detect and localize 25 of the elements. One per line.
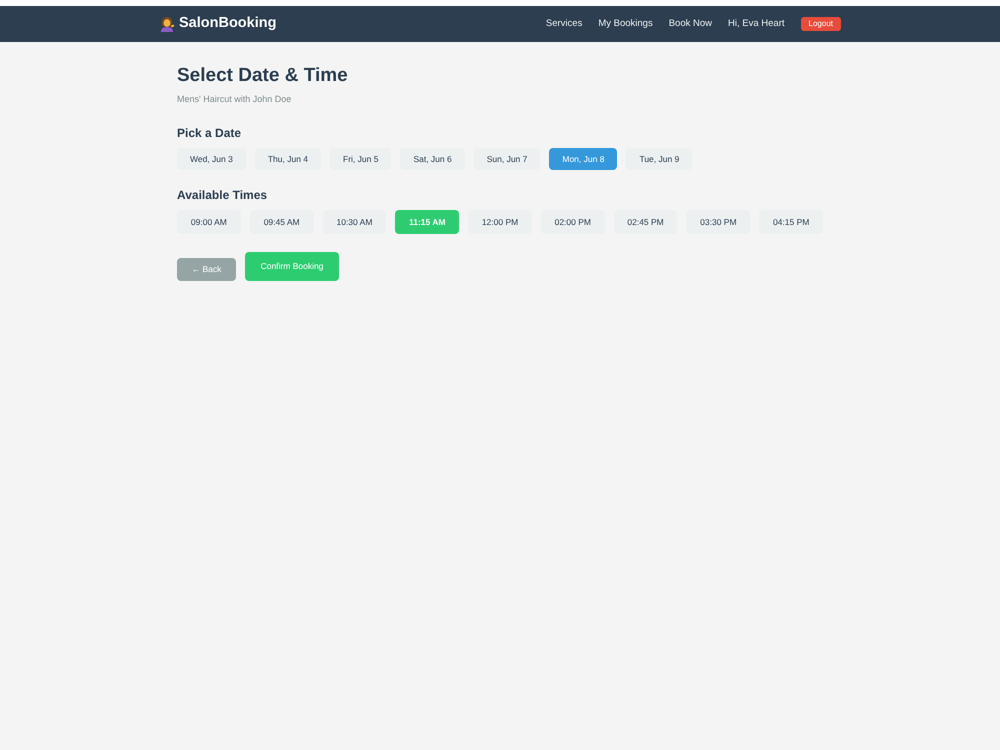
time-slot[interactable]: 03:30 PM — [686, 210, 750, 234]
time-slot[interactable]: 02:00 PM — [540, 210, 605, 234]
section-heading: Available Times — [177, 188, 268, 202]
time-slot[interactable]: 02:45 PM — [614, 210, 678, 234]
nav-link[interactable]: Services — [546, 16, 582, 32]
date-option[interactable]: Wed, Jun 3 — [177, 148, 246, 170]
date-option[interactable]: Thu, Jun 4 — [254, 148, 322, 170]
time-slot[interactable]: 09:45 AM — [250, 210, 314, 234]
date-option[interactable]: Sun, Jun 7 — [474, 148, 540, 170]
date-option[interactable]: Tue, Jun 9 — [626, 148, 692, 170]
time-slot[interactable]: 09:00 AM — [177, 210, 241, 234]
section-heading: Pick a Date — [177, 126, 242, 140]
user-greeting: Hi, Eva Heart — [728, 16, 785, 31]
time-slot[interactable]: 10:30 AM — [322, 210, 386, 234]
time-slot[interactable]: 12:00 PM — [468, 210, 532, 234]
nav-link[interactable]: My Bookings — [598, 16, 653, 32]
time-slot[interactable]: 04:15 PM — [759, 210, 824, 234]
brand-logo[interactable]: SalonBooking — [179, 13, 276, 35]
person-icon — [159, 16, 175, 32]
page-subtitle: Mens' Haircut with John Doe — [177, 93, 292, 106]
page-title: Select Date & Time — [177, 64, 349, 88]
logout-button[interactable]: Logout — [800, 17, 841, 31]
nav-link[interactable]: Book Now — [668, 16, 712, 32]
date-option[interactable]: Fri, Jun 5 — [330, 148, 392, 170]
date-option[interactable]: Sat, Jun 6 — [400, 148, 465, 170]
